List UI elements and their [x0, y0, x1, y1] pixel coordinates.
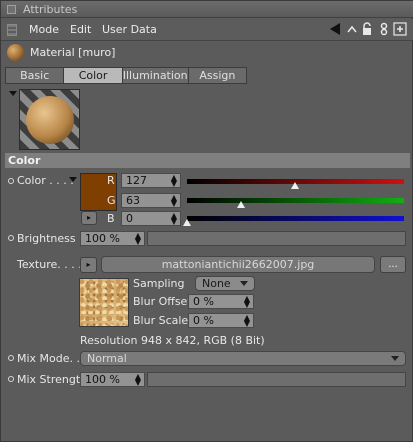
- blur-scale-label: Blur Scale: [133, 314, 189, 327]
- sampling-dropdown[interactable]: None: [195, 276, 255, 291]
- menu-grip-icon[interactable]: [7, 24, 17, 36]
- blur-offset-label: Blur Offset: [133, 295, 192, 308]
- back-arrow-icon[interactable]: [328, 22, 342, 36]
- sampling-chevron-down-icon: [240, 281, 248, 286]
- preview-sphere: [26, 96, 74, 144]
- tab-basic[interactable]: Basic: [6, 68, 65, 83]
- tab-illumination[interactable]: Illumination: [122, 68, 189, 83]
- material-title: Material [muro]: [30, 46, 116, 59]
- brightness-animate-dot-icon[interactable]: [8, 235, 14, 241]
- r-slider-thumb[interactable]: [291, 182, 300, 189]
- brightness-label: Brightness: [17, 232, 76, 245]
- mix-strength-spinner-icon[interactable]: ▲ ▼: [135, 373, 141, 387]
- menu-user-data[interactable]: User Data: [102, 23, 157, 36]
- g-slider[interactable]: [187, 198, 404, 203]
- color-animate-dot-icon[interactable]: [8, 178, 14, 184]
- menu-edit[interactable]: Edit: [70, 23, 91, 36]
- b-field[interactable]: 0 ▲ ▼: [121, 211, 181, 226]
- mix-mode-dropdown[interactable]: Normal: [80, 351, 406, 366]
- g-field[interactable]: 63 ▲ ▼: [121, 193, 181, 208]
- texture-thumbnail[interactable]: [79, 278, 129, 327]
- blur-offset-value: 0 %: [193, 295, 214, 308]
- color-label: Color . . . .: [17, 174, 74, 187]
- mix-mode-label: Mix Mode. . .: [17, 352, 88, 365]
- mix-mode-value: Normal: [87, 352, 127, 365]
- blur-scale-value: 0 %: [193, 314, 214, 327]
- b-slider-thumb[interactable]: [183, 219, 191, 226]
- menu-mode[interactable]: Mode: [29, 23, 59, 36]
- preview-dropdown-icon[interactable]: [9, 91, 17, 96]
- b-label: B: [107, 212, 115, 225]
- sampling-value: None: [202, 277, 231, 290]
- color-options-button[interactable]: ▸: [81, 211, 97, 225]
- brightness-slider[interactable]: [147, 231, 406, 246]
- mix-mode-animate-dot-icon[interactable]: [8, 355, 14, 361]
- title-bar[interactable]: Attributes: [1, 1, 413, 18]
- r-field[interactable]: 127 ▲ ▼: [121, 173, 181, 188]
- brightness-value: 100 %: [85, 232, 120, 245]
- blur-scale-spinner-icon[interactable]: ▲ ▼: [244, 314, 250, 328]
- sampling-label: Sampling: [133, 277, 185, 290]
- texture-options-button[interactable]: ▸: [80, 257, 97, 273]
- mix-strength-field[interactable]: 100 % ▲ ▼: [80, 372, 145, 387]
- attributes-panel: Attributes Mode Edit User Data Material …: [0, 0, 413, 442]
- menu-bar: Mode Edit User Data: [1, 19, 413, 41]
- b-value: 0: [126, 212, 133, 225]
- material-preview[interactable]: [19, 89, 80, 150]
- mix-mode-chevron-down-icon: [391, 356, 399, 361]
- mix-strength-label: Mix Strength: [17, 373, 88, 386]
- mix-strength-animate-dot-icon[interactable]: [8, 376, 14, 382]
- blur-scale-field[interactable]: 0 % ▲ ▼: [188, 313, 254, 328]
- texture-browse-button[interactable]: ...: [380, 256, 406, 273]
- brightness-field[interactable]: 100 % ▲ ▼: [80, 231, 145, 246]
- material-header: Material [muro]: [1, 41, 413, 65]
- material-icon: [7, 44, 24, 61]
- r-value: 127: [126, 174, 147, 187]
- add-panel-icon[interactable]: [393, 22, 407, 36]
- tab-color[interactable]: Color: [64, 68, 123, 83]
- texture-label: Texture. . . .: [17, 258, 82, 271]
- tab-bar: Basic Color Illumination Assign: [5, 67, 247, 84]
- g-slider-thumb[interactable]: [236, 201, 245, 208]
- b-slider[interactable]: [187, 216, 404, 221]
- texture-file-button[interactable]: mattoniantichii2662007.jpg: [101, 256, 375, 273]
- section-header-color: Color: [5, 153, 410, 168]
- tab-assign[interactable]: Assign: [188, 68, 247, 83]
- blur-offset-field[interactable]: 0 % ▲ ▼: [188, 294, 254, 309]
- b-spinner-icon[interactable]: ▲ ▼: [171, 212, 177, 226]
- blur-offset-spinner-icon[interactable]: ▲ ▼: [244, 295, 250, 309]
- window-icon: [7, 5, 16, 14]
- g-spinner-icon[interactable]: ▲ ▼: [171, 194, 177, 208]
- up-arrow-icon[interactable]: [345, 22, 359, 36]
- new-panel-icon[interactable]: [377, 22, 391, 36]
- r-spinner-icon[interactable]: ▲ ▼: [171, 174, 177, 188]
- window-title: Attributes: [23, 3, 78, 16]
- g-label: G: [107, 194, 116, 207]
- mix-strength-slider[interactable]: [147, 372, 406, 387]
- g-value: 63: [126, 194, 140, 207]
- texture-resolution: Resolution 948 x 842, RGB (8 Bit): [80, 334, 265, 347]
- lock-icon[interactable]: [360, 22, 374, 36]
- mix-strength-value: 100 %: [85, 373, 120, 386]
- color-dropdown-icon[interactable]: [69, 177, 77, 182]
- r-label: R: [107, 174, 115, 187]
- brightness-spinner-icon[interactable]: ▲ ▼: [135, 232, 141, 246]
